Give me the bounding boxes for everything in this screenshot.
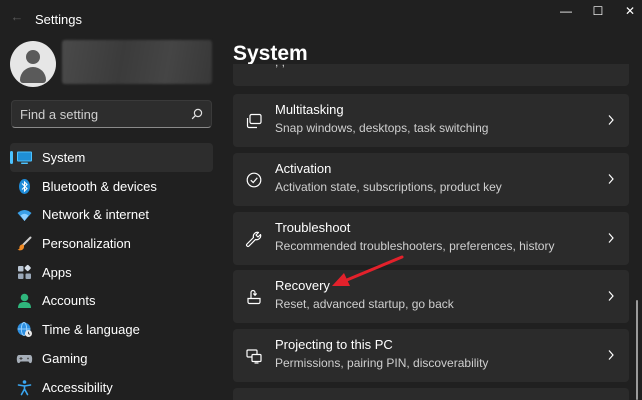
card-title: Troubleshoot xyxy=(275,220,351,235)
sidebar-item-time-language[interactable]: Time & language xyxy=(10,315,213,344)
multitasking-icon xyxy=(246,113,262,129)
chevron-right-icon xyxy=(608,233,614,243)
card-title: Multitasking xyxy=(275,102,344,117)
card-multitasking[interactable]: Multitasking Snap windows, desktops, tas… xyxy=(233,94,629,147)
check-circle-icon xyxy=(246,172,262,188)
sidebar-item-label: System xyxy=(42,150,86,165)
chevron-right-icon xyxy=(608,291,614,301)
minimize-button[interactable]: — xyxy=(548,2,584,20)
bluetooth-icon xyxy=(19,178,30,194)
sidebar-item-accessibility[interactable]: Accessibility xyxy=(10,373,213,400)
sidebar-item-gaming[interactable]: Gaming xyxy=(10,344,213,373)
sidebar-item-system[interactable]: System xyxy=(10,143,213,172)
maximize-button[interactable]: ☐ xyxy=(580,2,616,20)
page-title: System xyxy=(233,42,308,65)
card-description: Recommended troubleshooters, preferences… xyxy=(275,239,555,253)
accounts-icon xyxy=(18,294,31,309)
card-projecting[interactable]: Projecting to this PC Permissions, pairi… xyxy=(233,329,629,382)
sidebar-item-bluetooth[interactable]: Bluetooth & devices xyxy=(10,172,213,201)
card-recovery[interactable]: Recovery Reset, advanced startup, go bac… xyxy=(233,270,629,323)
globe-clock-icon xyxy=(17,322,32,338)
card-description: Reset, advanced startup, go back xyxy=(275,297,454,311)
annotation-arrow-icon xyxy=(332,255,404,286)
chevron-right-icon xyxy=(608,174,614,184)
card-title: Recovery xyxy=(275,278,330,293)
sidebar-item-label: Bluetooth & devices xyxy=(42,178,157,194)
card-title: Projecting to this PC xyxy=(275,337,393,352)
sidebar-item-network[interactable]: Network & internet xyxy=(10,200,213,229)
wifi-icon xyxy=(17,210,32,222)
card-activation[interactable]: Activation Activation state, subscriptio… xyxy=(233,153,629,206)
recovery-icon xyxy=(247,289,261,305)
partial-card-text: , , xyxy=(275,64,285,69)
back-arrow-icon[interactable]: ← xyxy=(8,8,26,26)
gamepad-icon xyxy=(16,354,33,363)
avatar xyxy=(10,41,56,87)
search-placeholder: Find a setting xyxy=(20,107,99,122)
sidebar-item-label: Accounts xyxy=(42,293,96,309)
card-description: Activation state, subscriptions, product… xyxy=(275,180,502,194)
accessibility-icon xyxy=(17,379,32,395)
monitor-icon xyxy=(17,151,32,164)
sidebar-nav: System Bluetooth & devices Network & int… xyxy=(10,143,213,400)
blurred-account-info xyxy=(62,40,212,84)
title-bar: ← Settings — ☐ ✕ xyxy=(0,0,642,40)
sidebar-item-label: Time & language xyxy=(42,322,140,338)
card-title: Activation xyxy=(275,161,332,176)
sidebar-item-label: Personalization xyxy=(42,236,131,252)
chevron-right-icon xyxy=(608,115,614,125)
scrollbar-thumb[interactable] xyxy=(636,300,638,400)
user-profile[interactable] xyxy=(10,38,215,90)
sidebar-item-personalization[interactable]: Personalization xyxy=(10,229,213,258)
sidebar-item-apps[interactable]: Apps xyxy=(10,258,213,287)
search-icon[interactable] xyxy=(190,107,204,121)
projecting-icon xyxy=(246,349,262,364)
search-input[interactable]: Find a setting xyxy=(11,100,212,128)
avatar-body-shape xyxy=(20,67,46,83)
sidebar-item-label: Apps xyxy=(42,264,72,280)
wrench-icon xyxy=(246,231,262,247)
brush-icon xyxy=(17,236,32,251)
partial-card-above[interactable]: , , xyxy=(233,64,629,86)
close-button[interactable]: ✕ xyxy=(612,2,642,20)
card-troubleshoot[interactable]: Troubleshoot Recommended troubleshooters… xyxy=(233,212,629,265)
chevron-right-icon xyxy=(608,350,614,360)
card-description: Snap windows, desktops, task switching xyxy=(275,121,489,135)
apps-icon xyxy=(18,264,31,279)
card-description: Permissions, pairing PIN, discoverabilit… xyxy=(275,356,489,370)
sidebar-item-label: Gaming xyxy=(42,350,88,366)
avatar-head-shape xyxy=(26,50,40,64)
sidebar-item-label: Accessibility xyxy=(42,379,113,395)
partial-card-below[interactable] xyxy=(233,388,629,400)
app-title: Settings xyxy=(35,12,82,27)
sidebar-item-accounts[interactable]: Accounts xyxy=(10,286,213,315)
sidebar-item-label: Network & internet xyxy=(42,207,149,223)
